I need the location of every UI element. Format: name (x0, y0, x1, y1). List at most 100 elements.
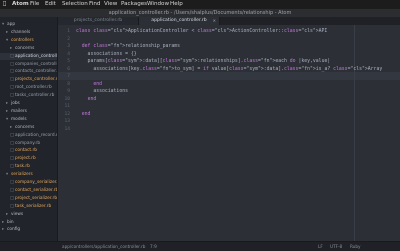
tree-item-label: concerns (15, 45, 35, 51)
file-icon: □ (10, 187, 15, 193)
code-line[interactable]: end (76, 96, 97, 104)
tree-folder[interactable]: ▸ concerns (0, 124, 57, 131)
file-icon: □ (10, 140, 15, 146)
tree-item-label: mailers (11, 108, 27, 114)
menu-selection[interactable]: Selection (62, 0, 88, 9)
line-number: 13 (64, 119, 70, 124)
line-number: 6 (67, 66, 70, 72)
tree-file[interactable]: □ contacts_controller.rb (0, 68, 57, 75)
tree-folder[interactable]: ▾ models (0, 116, 57, 123)
tree-item-label: projects_controller.rb (15, 77, 58, 83)
menu-help[interactable]: Help (170, 0, 183, 9)
tree-item-label: concerns (15, 124, 35, 130)
tree-folder[interactable]: ▸ views (0, 211, 57, 218)
tree-item-label: models (11, 116, 27, 122)
file-icon: □ (10, 180, 15, 185)
tree-item-label: app (7, 22, 16, 27)
tree-folder[interactable]: ▸ channels (0, 29, 57, 36)
file-icon: □ (10, 77, 15, 83)
file-icon: □ (10, 69, 15, 75)
tree-item-label: companies_controller.rb (15, 61, 57, 67)
code-line[interactable]: params[class="sym">:data][class="sym">:r… (76, 58, 331, 66)
code-line[interactable]: associations (76, 88, 128, 96)
tree-folder[interactable]: ▸ jobs (0, 100, 57, 107)
chevron-down-icon: ▾ (6, 37, 9, 43)
tab-application-controller[interactable]: application_controller.rb ✕ (139, 17, 220, 25)
menu-find[interactable]: Find (89, 0, 100, 9)
tree-item-label: bin (7, 219, 14, 225)
tree-folder[interactable]: ▸ bin (0, 219, 57, 226)
menubar:  Atom File Edit Selection Find View Pac… (0, 0, 400, 9)
file-icon: □ (10, 53, 15, 59)
tree-item-label: views (11, 211, 24, 217)
tree-item-label: project_serializer.rb (15, 195, 58, 201)
close-icon[interactable]: ✕ (213, 17, 216, 25)
editor[interactable]: 1 2 3 4 5 6 7 8 9 10 11 12 13 14 class class="cls">App… (58, 25, 400, 241)
line-number: 9 (67, 89, 70, 94)
tree-folder[interactable]: ▸ concerns (0, 45, 57, 52)
tree-item-label: project.rb (15, 156, 36, 162)
tree-folder[interactable]: ▾ serializers (0, 171, 57, 178)
code-line[interactable]: def class="fn">relationship_params (76, 43, 180, 51)
tree-file[interactable]: □ company.rb (0, 140, 57, 147)
chevron-right-icon: ▸ (6, 101, 9, 106)
chevron-right-icon: ▸ (6, 29, 9, 35)
file-icon: □ (10, 203, 15, 209)
chevron-right-icon: ▸ (2, 219, 5, 225)
tab-projects-controller[interactable]: projects_controller.rb (58, 17, 139, 25)
code-line[interactable]: end (76, 111, 91, 119)
tree-file[interactable]: □ tasks_controller.rb (0, 92, 57, 99)
line-number: 14 (64, 126, 70, 132)
tree-item-label: root_controller.rb (15, 85, 52, 91)
menu-window[interactable]: Window (147, 0, 169, 9)
tree-file[interactable]: □ projects_controller.rb (0, 76, 57, 83)
tree-folder[interactable]: ▸ mailers (0, 108, 57, 115)
tree-file[interactable]: □ contact_serializer.rb (0, 187, 57, 194)
tree-folder[interactable]: ▾ app (0, 21, 57, 28)
tree-file[interactable]: □ application_record.rb (0, 132, 57, 139)
tab-label: application_controller.rb (151, 18, 207, 23)
code-line[interactable]: class class="cls">ApplicationController … (76, 28, 327, 36)
tree-file[interactable]: □ project_serializer.rb (0, 195, 57, 202)
tree-item-label: jobs (11, 101, 20, 106)
line-number: 8 (67, 81, 70, 87)
file-icon: □ (10, 164, 15, 170)
menu-edit[interactable]: Edit (45, 0, 56, 9)
tree-item-label: company.rb (15, 140, 41, 146)
tree-file[interactable]: □ task_serializer.rb (0, 203, 57, 210)
wrap-guide (354, 25, 355, 241)
chevron-down-icon: ▾ (6, 172, 9, 178)
tree-file[interactable]: □companies_controller.rb (0, 61, 57, 68)
tree-item-label: application_controller.rb (15, 53, 57, 59)
tab-bar: projects_controller.rb application_contr… (58, 17, 400, 25)
code-line[interactable]: associations = {} (76, 51, 137, 59)
tree-file[interactable]: □ root_controller.rb (0, 84, 57, 91)
tree-file[interactable]: □ contact.rb (0, 147, 57, 154)
chevron-down-icon: ▾ (6, 116, 9, 122)
code-line[interactable]: end (76, 81, 102, 89)
menu-view[interactable]: View (104, 0, 117, 9)
line-number: 3 (67, 44, 70, 49)
tree-item-label: channels (11, 29, 31, 35)
tree-file[interactable]: □ project.rb (0, 155, 57, 162)
tree-file[interactable]: □application_controller.rb (0, 52, 57, 60)
tree-file[interactable]: □ task.rb (0, 163, 57, 170)
code-line[interactable]: associations[key.class="fn">to_sym] = if… (76, 66, 382, 74)
menu-packages[interactable]: Packages (121, 0, 147, 9)
file-icon: □ (10, 132, 15, 138)
line-number: 2 (67, 36, 70, 42)
chevron-right-icon: ▸ (6, 108, 9, 114)
tree-item-label: task_serializer.rb (15, 203, 52, 209)
tree-item-label: contact.rb (15, 148, 37, 154)
file-icon: □ (10, 93, 15, 99)
apple-icon[interactable]:  (3, 0, 6, 9)
tree-folder[interactable]: ▸ config (0, 226, 57, 233)
menu-file[interactable]: File (30, 0, 39, 9)
tree-item-label: serializers (11, 172, 33, 178)
tree-item-label: application_record.rb (15, 132, 58, 138)
chevron-right-icon: ▸ (6, 211, 9, 217)
line-number: 4 (67, 51, 70, 57)
menu-atom[interactable]: Atom (12, 0, 29, 9)
tree-file[interactable]: □ company_serializer.rb (0, 179, 57, 186)
tree-folder[interactable]: ▾ controllers (0, 37, 57, 44)
